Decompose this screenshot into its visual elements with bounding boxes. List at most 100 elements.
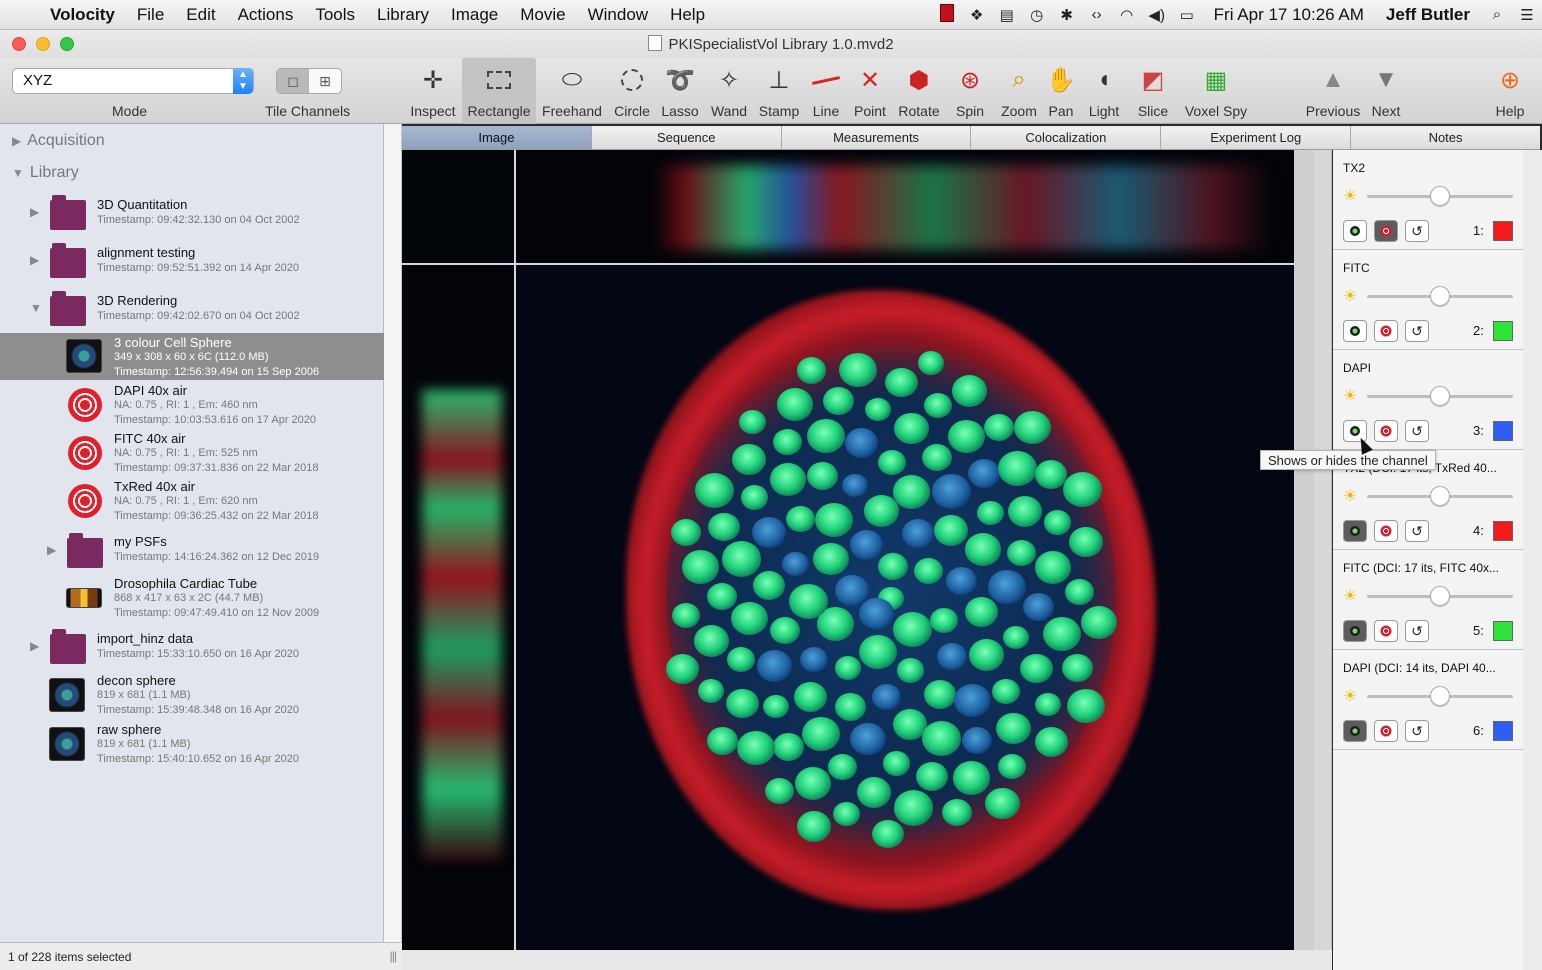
light-tool[interactable]: ◖ Light [1084, 58, 1124, 124]
tab-image[interactable]: Image [402, 126, 592, 149]
library-item-decon-sphere[interactable]: decon sphere 819 x 681 (1.1 MB) Timestam… [0, 672, 384, 720]
library-section[interactable]: ▼ Library [12, 164, 79, 182]
notification-center-icon[interactable]: ☰ [1512, 6, 1542, 24]
library-item-alignment-testing[interactable]: ▶ alignment testing Timestamp: 09:52:51.… [0, 242, 384, 284]
bluetooth-icon[interactable]: ✱ [1052, 6, 1082, 24]
menu-help[interactable]: Help [659, 5, 716, 25]
library-item-dapi-40x-air[interactable]: DAPI 40x air NA: 0.75 , RI: 1 , Em: 460 … [0, 382, 384, 430]
menu-library[interactable]: Library [366, 5, 440, 25]
show-hide-channel-button[interactable] [1343, 520, 1367, 542]
slider-knob[interactable] [1430, 286, 1450, 306]
menu-actions[interactable]: Actions [227, 5, 305, 25]
wand-tool[interactable]: ✧ Wand [708, 58, 750, 124]
crosshair-horizontal[interactable] [402, 263, 1294, 265]
library-item-import-hinz-data[interactable]: ▶ import_hinz data Timestamp: 15:33:10.6… [0, 628, 384, 670]
solo-channel-button[interactable] [1374, 320, 1398, 342]
volume-icon[interactable]: ◀) [1142, 6, 1172, 24]
library-item-3d-rendering[interactable]: ▼ 3D Rendering Timestamp: 09:42:02.670 o… [0, 290, 384, 332]
image-viewport[interactable] [402, 150, 1294, 950]
menu-app[interactable]: Volocity [46, 5, 126, 25]
reset-channel-button[interactable]: ↺ [1405, 720, 1429, 742]
menu-window[interactable]: Window [577, 5, 659, 25]
voxel-spy-tool[interactable]: ▦ Voxel Spy [1182, 58, 1250, 124]
freehand-tool[interactable]: ⬭ Freehand [540, 58, 604, 124]
library-item-my-psfs[interactable]: ▶ my PSFs Timestamp: 14:16:24.362 on 12 … [0, 530, 384, 572]
sidebar-scrollbar[interactable] [384, 124, 402, 942]
reset-channel-button[interactable]: ↺ [1405, 220, 1429, 242]
minimize-window-button[interactable] [36, 37, 50, 51]
solo-channel-button[interactable] [1374, 720, 1398, 742]
solo-channel-button[interactable] [1374, 620, 1398, 642]
disclosure-right-icon[interactable]: ▶ [30, 253, 39, 267]
slice-tool[interactable]: ◩ Slice [1134, 58, 1172, 124]
rectangle-tool[interactable]: Rectangle [462, 58, 536, 124]
zoom-tool[interactable]: ⌕ Zoom [998, 58, 1040, 124]
tile-channels-control[interactable]: ◻ ⊞ [276, 68, 342, 94]
mode-select[interactable]: XYZ ▲ ▼ [12, 68, 254, 94]
channel-color-swatch[interactable] [1493, 621, 1513, 641]
library-item-fitc-40x-air[interactable]: FITC 40x air NA: 0.75 , RI: 1 , Em: 525 … [0, 430, 384, 478]
menu-file[interactable]: File [126, 5, 175, 25]
channel-color-swatch[interactable] [1493, 721, 1513, 741]
library-item-raw-sphere[interactable]: raw sphere 819 x 681 (1.1 MB) Timestamp:… [0, 721, 384, 769]
slider-knob[interactable] [1430, 586, 1450, 606]
viewport-scrollbar[interactable] [1294, 150, 1314, 950]
zoom-window-button[interactable] [60, 37, 74, 51]
inspect-tool[interactable]: ✛ Inspect [406, 58, 460, 124]
lasso-tool[interactable]: ➰ Lasso [658, 58, 702, 124]
single-view-icon[interactable]: ◻ [277, 69, 309, 93]
tab-sequence[interactable]: Sequence [592, 126, 782, 149]
reset-channel-button[interactable]: ↺ [1405, 520, 1429, 542]
spin-tool[interactable]: ⊛ Spin [950, 58, 990, 124]
point-tool[interactable]: ✕ Point [850, 58, 890, 124]
show-hide-channel-button[interactable] [1343, 220, 1367, 242]
tab-colocalization[interactable]: Colocalization [971, 126, 1162, 149]
crosshair-vertical[interactable] [514, 150, 516, 950]
dropbox-icon[interactable]: ❖ [962, 6, 992, 24]
show-hide-channel-button[interactable] [1343, 320, 1367, 342]
channel-color-swatch[interactable] [1493, 321, 1513, 341]
solo-channel-button[interactable] [1374, 220, 1398, 242]
recording-icon[interactable] [932, 3, 962, 26]
slider-knob[interactable] [1430, 486, 1450, 506]
disclosure-right-icon[interactable]: ▶ [30, 205, 39, 219]
reset-channel-button[interactable]: ↺ [1405, 420, 1429, 442]
disclosure-down-icon[interactable]: ▼ [30, 301, 42, 315]
menu-user[interactable]: Jeff Butler [1374, 5, 1482, 25]
help-button[interactable]: ⊕ Help [1490, 58, 1530, 124]
library-item-3d-quantitation[interactable]: ▶ 3D Quantitation Timestamp: 09:42:32.13… [0, 194, 384, 236]
grid-view-icon[interactable]: ⊞ [309, 69, 341, 93]
code-icon[interactable]: ‹› [1082, 6, 1112, 23]
stamp-tool[interactable]: ⊥ Stamp [756, 58, 802, 124]
library-item-3-colour-cell-sphere[interactable]: 3 colour Cell Sphere 349 x 308 x 60 x 6C… [0, 333, 384, 380]
previous-button[interactable]: ▲ Previous [1304, 58, 1362, 124]
wifi-icon[interactable]: ◠ [1112, 6, 1142, 24]
channel-color-swatch[interactable] [1493, 221, 1513, 241]
tab-notes[interactable]: Notes [1351, 126, 1540, 149]
spotlight-icon[interactable]: ⌕ [1482, 6, 1512, 23]
solo-channel-button[interactable] [1374, 420, 1398, 442]
menu-movie[interactable]: Movie [509, 5, 576, 25]
circle-tool[interactable]: Circle [610, 58, 654, 124]
library-item-txred-40x-air[interactable]: TxRed 40x air NA: 0.75 , RI: 1 , Em: 620… [0, 478, 384, 526]
rotate-tool[interactable]: ⬢ Rotate [896, 58, 942, 124]
reset-channel-button[interactable]: ↺ [1405, 620, 1429, 642]
disclosure-right-icon[interactable]: ▶ [47, 543, 56, 557]
reset-channel-button[interactable]: ↺ [1405, 320, 1429, 342]
acquisition-section[interactable]: ▶ Acquisition [12, 132, 105, 150]
solo-channel-button[interactable] [1374, 520, 1398, 542]
library-item-drosophila-cardiac-tube[interactable]: Drosophila Cardiac Tube 868 x 417 x 63 x… [0, 574, 384, 622]
slider-knob[interactable] [1430, 386, 1450, 406]
close-window-button[interactable] [12, 37, 26, 51]
line-tool[interactable]: Line [808, 58, 844, 124]
keyboard-icon[interactable]: ▤ [992, 6, 1022, 24]
slider-knob[interactable] [1430, 686, 1450, 706]
resize-grip-icon[interactable]: ||| [390, 949, 397, 963]
channel-color-swatch[interactable] [1493, 521, 1513, 541]
disclosure-right-icon[interactable]: ▶ [30, 639, 39, 653]
pan-tool[interactable]: ✋ Pan [1044, 58, 1078, 124]
show-hide-channel-button[interactable] [1343, 620, 1367, 642]
next-button[interactable]: ▼ Next [1366, 58, 1406, 124]
time-machine-icon[interactable]: ◷ [1022, 6, 1052, 24]
channel-color-swatch[interactable] [1493, 421, 1513, 441]
